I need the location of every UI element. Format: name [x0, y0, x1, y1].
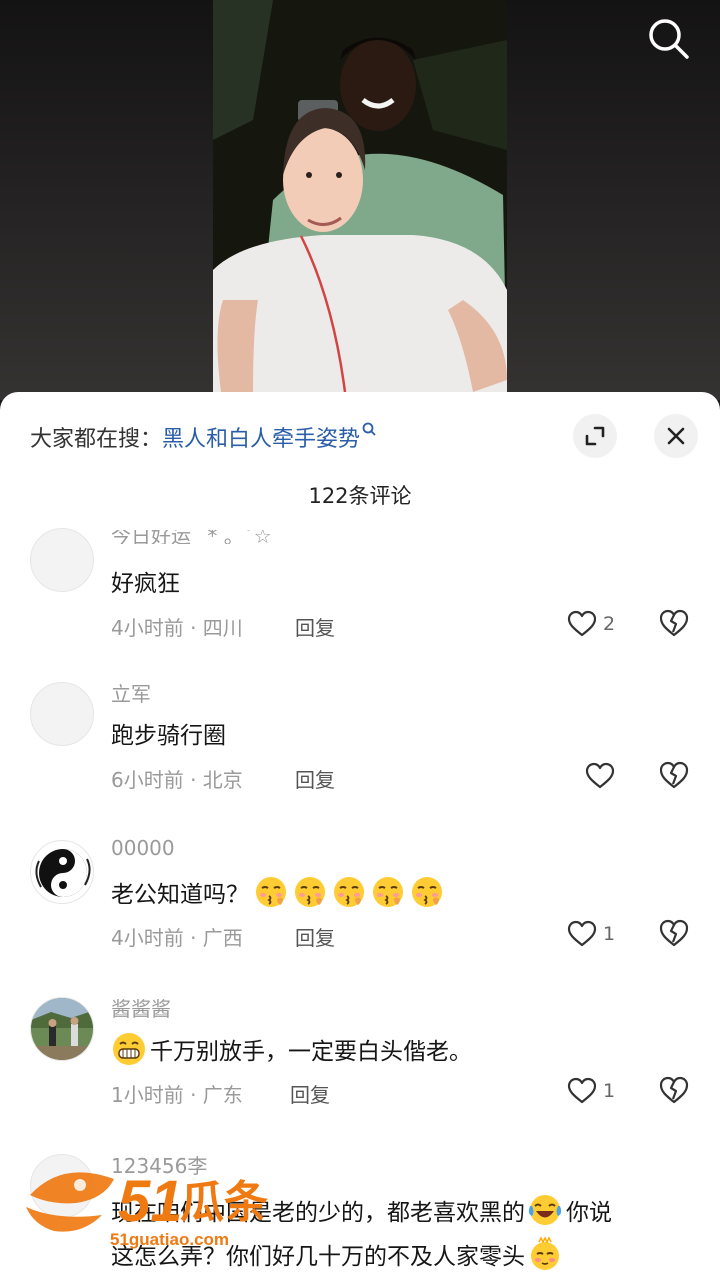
like-button[interactable] [585, 760, 621, 792]
comment-text-tail: 你说 [566, 1200, 612, 1226]
kiss-emoji-icon [256, 877, 286, 907]
avatar[interactable] [30, 528, 94, 592]
comment-text-row: 老公知道吗？ [111, 874, 448, 910]
hot-search-small-search-icon [362, 421, 376, 441]
kiss-emoji-icon [334, 877, 364, 907]
yin-yang-avatar-image [35, 849, 91, 897]
like-count: 1 [603, 1080, 616, 1102]
kiss-emoji-icon [295, 877, 325, 907]
hot-search-term-link[interactable]: 黑人和白人牵手姿势 [162, 421, 360, 453]
expand-button[interactable] [573, 414, 617, 458]
comment-count: 122条评论 [308, 484, 412, 508]
comment-item: 立军 跑步骑行圈 6小时前 · 北京 回复 [0, 682, 720, 832]
comment-time-location: 1小时前 · 广东 [111, 1083, 243, 1107]
close-icon [667, 427, 685, 445]
hot-search-bar: 大家都在搜： 黑人和白人牵手姿势 [30, 420, 376, 454]
comment-sheet: 大家都在搜： 黑人和白人牵手姿势 122条评论 今日好运˙ * 。˚☆ 好疯狂 … [0, 392, 720, 1280]
dislike-button[interactable] [658, 608, 690, 640]
comment-text: 老公知道吗？ [111, 882, 249, 908]
avatar[interactable] [30, 682, 94, 746]
like-button[interactable]: 1 [567, 918, 615, 950]
search-icon [649, 19, 689, 59]
reply-button[interactable]: 回复 [290, 1079, 330, 1108]
outdoor-photo-avatar-image [31, 998, 93, 1060]
comment-item: 酱酱酱 千万别放手，一定要白头偕老。 1小时前 · 广东 回复 1 [0, 997, 720, 1147]
watermark-logo: 51 瓜条 51guatiao.com [22, 1155, 282, 1267]
dislike-button[interactable] [658, 918, 690, 950]
broken-heart-icon [659, 1076, 689, 1104]
heart-icon [567, 920, 597, 947]
comment-time-location: 4小时前 · 广西 [111, 926, 243, 950]
comment-username[interactable]: 今日好运˙ * 。˚☆ [111, 530, 272, 544]
heart-icon [567, 610, 597, 637]
like-button[interactable]: 1 [567, 1075, 615, 1107]
reply-button[interactable]: 回复 [295, 612, 335, 641]
like-button[interactable]: 2 [567, 608, 615, 640]
comment-text: 跑步骑行圈 [111, 723, 226, 749]
emoji-group [253, 874, 448, 910]
comment-username[interactable]: 00000 [111, 836, 175, 860]
video-frame-image [213, 0, 507, 392]
comment-username[interactable]: 立军 [111, 678, 151, 707]
watermark-number: 51 [118, 1169, 183, 1234]
heart-icon [585, 762, 615, 789]
dislike-button[interactable] [658, 1075, 690, 1107]
avatar[interactable] [30, 997, 94, 1061]
grin-emoji-icon [113, 1033, 145, 1065]
comment-text: 好疯狂 [111, 571, 180, 597]
comment-time-location: 4小时前 · 四川 [111, 616, 243, 640]
watermark-brand: 瓜条 [180, 1177, 268, 1228]
like-count: 2 [603, 613, 616, 635]
broken-heart-icon [659, 609, 689, 637]
watermark-logo-image: 51 瓜条 51guatiao.com [26, 1169, 268, 1249]
broken-heart-icon [659, 761, 689, 789]
avatar[interactable] [30, 840, 94, 904]
hot-search-prefix: 大家都在搜： [30, 427, 163, 452]
expand-icon [585, 426, 605, 446]
like-count: 1 [603, 923, 616, 945]
heart-icon [567, 1077, 597, 1104]
comment-text: 千万别放手，一定要白头偕老。 [150, 1039, 472, 1065]
kiss-emoji-icon [412, 877, 442, 907]
watermark-domain: 51guatiao.com [110, 1230, 229, 1249]
kiss-emoji-icon [373, 877, 403, 907]
comment-item: 00000 老公知道吗？ 4小时前 · 广西 回复 1 [0, 836, 720, 990]
comment-time-location: 6小时前 · 北京 [111, 768, 243, 792]
comment-text-row: 千万别放手，一定要白头偕老。 [111, 1031, 472, 1067]
search-button[interactable] [646, 16, 692, 62]
reply-button[interactable]: 回复 [295, 922, 335, 951]
laugh-cry-emoji-icon [528, 1195, 562, 1225]
comment-item: 今日好运˙ * 。˚☆ 好疯狂 4小时前 · 四川 回复 2 [0, 516, 720, 666]
broken-heart-icon [659, 919, 689, 947]
close-button[interactable] [654, 414, 698, 458]
dislike-button[interactable] [658, 760, 690, 792]
reply-button[interactable]: 回复 [295, 764, 335, 793]
video-player[interactable] [213, 0, 507, 392]
comment-username[interactable]: 酱酱酱 [111, 993, 171, 1022]
blush-emoji-icon [531, 1236, 559, 1270]
